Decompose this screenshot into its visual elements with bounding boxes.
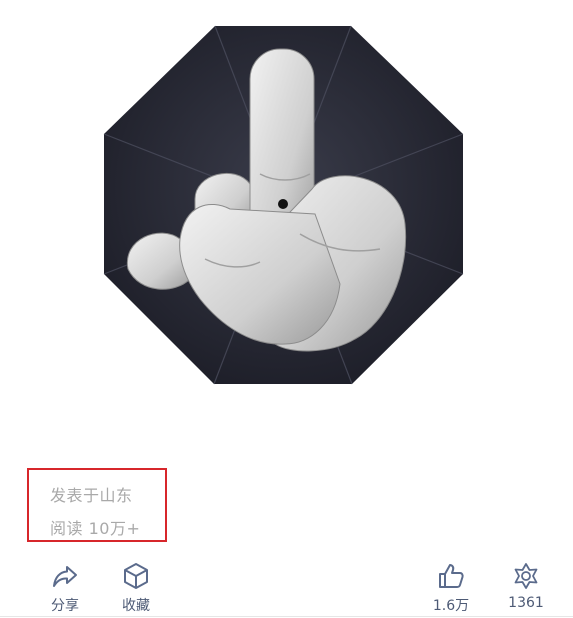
share-label: 分享 [51,598,79,614]
read-count: 10万+ [88,519,141,538]
read-count-line: 阅读 10万+ [50,515,140,539]
location-text: 发表于山东 [50,486,133,505]
post-image[interactable] [100,24,466,390]
umbrella-photo [103,25,464,385]
like-count: 1.6万 [432,598,470,614]
flower-icon [514,563,538,589]
favorite-label: 收藏 [122,598,150,614]
share-arrow-icon [53,566,77,587]
thumbs-up-icon [439,564,464,588]
watch-count: 1361 [508,595,544,611]
watch-button[interactable]: 1361 [496,562,556,611]
post-meta-highlight: 发表于山东 阅读 10万+ [27,468,167,542]
cube-icon [124,563,148,589]
share-button[interactable]: 分享 [35,562,95,615]
like-button[interactable]: 1.6万 [421,562,481,615]
read-label: 阅读 [50,519,84,538]
bottom-divider [0,616,573,617]
favorite-button[interactable]: 收藏 [106,562,166,615]
